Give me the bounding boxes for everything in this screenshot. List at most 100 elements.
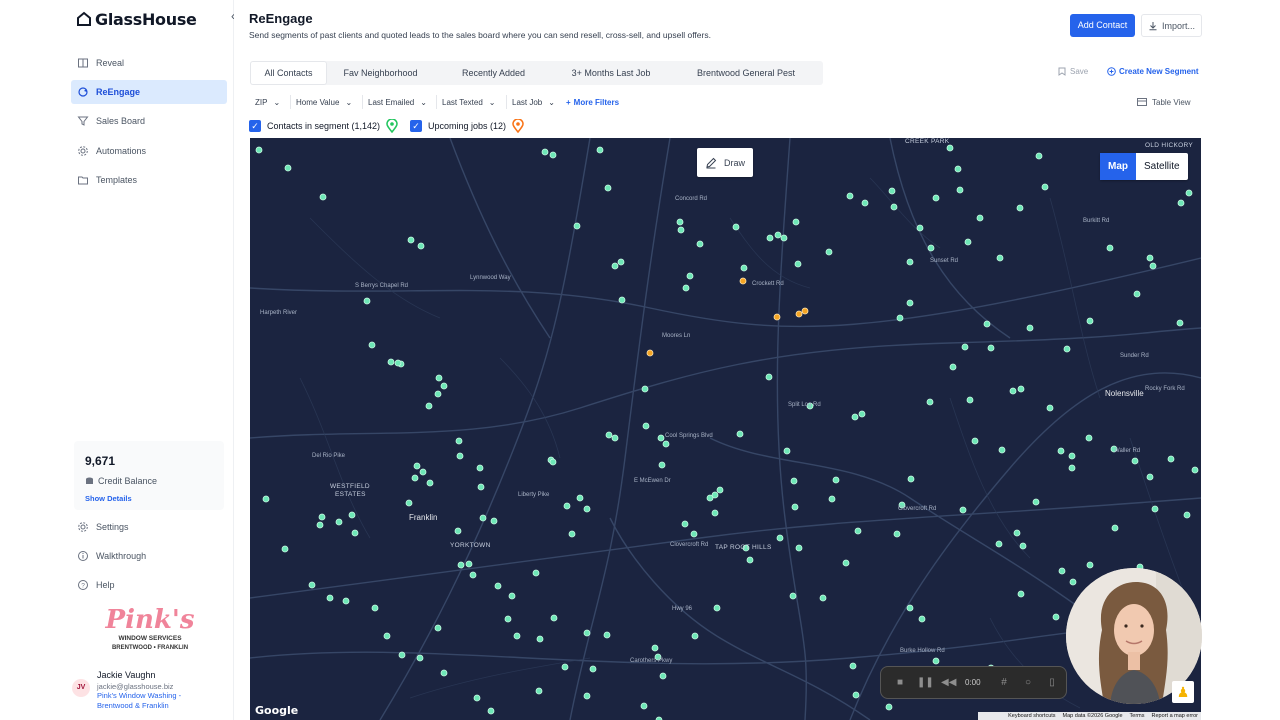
sidebar-item-sales-board[interactable]: Sales Board <box>71 109 227 133</box>
user-company[interactable]: Pink's Window Washing - Brentwood & Fran… <box>97 691 197 711</box>
jobs-checkbox[interactable]: ✓ <box>410 120 422 132</box>
report-error-link[interactable]: Report a map error <box>1152 713 1198 719</box>
chevron-down-icon: ⌄ <box>273 97 281 107</box>
orange-pin-icon <box>512 119 524 133</box>
filter-last-texted[interactable]: Last Texted ⌄ <box>436 95 500 109</box>
chevron-down-icon: ⌄ <box>345 97 353 107</box>
stop-icon[interactable]: ■ <box>893 676 907 690</box>
create-segment-label: Create New Segment <box>1119 67 1199 76</box>
sidebar-item-reengage[interactable]: ReEngage <box>71 80 227 104</box>
credit-balance-card: 9,671 Credit Balance Show Details <box>74 441 224 510</box>
map-canvas[interactable] <box>250 138 1201 720</box>
street-view-pegman-icon[interactable]: ♟ <box>1172 681 1194 703</box>
gear-icon <box>78 522 88 532</box>
user-profile[interactable]: JV Jackie Vaughn jackie@glasshouse.biz P… <box>71 667 231 717</box>
folder-icon <box>78 176 88 185</box>
import-button[interactable]: Import... <box>1141 14 1202 37</box>
svg-text:?: ? <box>81 582 85 589</box>
left-gutter <box>0 0 64 720</box>
sidebar-item-settings[interactable]: Settings <box>71 515 227 539</box>
filter-home-value[interactable]: Home Value ⌄ <box>290 95 357 109</box>
minor-roads <box>299 177 1191 709</box>
chevron-down-icon: ⌄ <box>548 97 555 107</box>
sidebar-item-walkthrough[interactable]: Walkthrough <box>71 544 227 568</box>
tab-recently-added[interactable]: Recently Added <box>434 61 553 85</box>
draw-label: Draw <box>723 157 745 168</box>
google-logo: Google <box>255 704 299 717</box>
house-icon <box>77 11 91 26</box>
tab-3-months-last-job[interactable]: 3+ Months Last Job <box>553 61 669 85</box>
jobs-toggle[interactable]: ✓ Upcoming jobs (12) <box>410 118 524 134</box>
pause-icon[interactable]: ❚❚ <box>917 676 934 690</box>
plus-circle-icon <box>1107 67 1116 76</box>
map-type-map[interactable]: Map <box>1100 153 1136 180</box>
sidebar-item-label: Sales Board <box>96 116 146 126</box>
filter-last-job[interactable]: Last Job ⌄ <box>506 95 560 109</box>
info-icon <box>78 551 88 561</box>
tab-all-contacts[interactable]: All Contacts <box>250 61 327 85</box>
sidebar-item-reveal[interactable]: Reveal <box>71 51 227 75</box>
chevron-down-icon: ⌄ <box>488 97 496 107</box>
brand-line2: BRENTWOOD • FRANKLIN <box>112 645 188 651</box>
table-icon <box>1137 98 1147 106</box>
map-type-satellite[interactable]: Satellite <box>1136 153 1188 180</box>
credit-balance-label: Credit Balance <box>85 476 157 486</box>
sidebar-item-label: Reveal <box>96 58 125 68</box>
sidebar-item-automations[interactable]: Automations <box>71 139 227 163</box>
map[interactable]: CREEK PARK OLD HICKORY Concord Rd Crocke… <box>250 138 1201 720</box>
rewind-icon[interactable]: ◀◀ <box>941 676 956 690</box>
map-type-control: Map Satellite <box>1100 153 1188 180</box>
keyboard-shortcuts-link[interactable]: Keyboard shortcuts <box>1008 713 1055 719</box>
credit-label-text: Credit Balance <box>98 476 158 486</box>
page-subtitle: Send segments of past clients and quoted… <box>249 30 711 40</box>
gear-icon <box>78 146 88 156</box>
book-icon <box>78 58 88 68</box>
tab-fav-neighborhood[interactable]: Fav Neighborhood <box>327 61 434 85</box>
help-icon: ? <box>78 580 88 590</box>
sidebar-item-label: Help <box>96 580 115 590</box>
show-details-link[interactable]: Show Details <box>85 494 132 503</box>
segment-tabs: All Contacts Fav Neighborhood Recently A… <box>250 61 823 85</box>
filter-icon <box>77 116 89 126</box>
app-logo[interactable]: GlassHouse <box>76 9 197 29</box>
plus-icon: + <box>566 97 571 107</box>
filter-last-emailed[interactable]: Last Emailed ⌄ <box>362 95 432 109</box>
more-filters-button[interactable]: + More Filters <box>566 95 619 109</box>
terms-link[interactable]: Terms <box>1130 713 1145 719</box>
tab-brentwood-general-pest[interactable]: Brentwood General Pest <box>669 61 823 85</box>
add-contact-button[interactable]: Add Contact <box>1070 14 1135 37</box>
sidebar-item-help[interactable]: ? Help <box>71 573 227 597</box>
sidebar-item-templates[interactable]: Templates <box>71 168 227 192</box>
pencil-icon <box>706 157 717 168</box>
green-pin-icon <box>386 119 398 133</box>
company-logo: Pink's WINDOW SERVICES BRENTWOOD • FRANK… <box>100 600 200 654</box>
avatar: JV <box>72 679 90 697</box>
job-markers <box>646 277 809 357</box>
recording-controls: ■ ❚❚ ◀◀ 0:00 # ○ ▯ <box>880 666 1067 699</box>
draw-button[interactable]: Draw <box>697 148 753 177</box>
filter-zip[interactable]: ZIP ⌄ <box>250 95 285 109</box>
save-segment-button[interactable]: Save <box>1058 67 1088 76</box>
filter-label: Last Emailed <box>368 97 415 107</box>
brand-name: Pink's <box>105 605 195 635</box>
database-icon <box>86 477 93 484</box>
table-view-toggle[interactable]: Table View <box>1137 95 1191 109</box>
table-view-label: Table View <box>1152 97 1191 107</box>
recording-time: 0:00 <box>965 678 981 687</box>
contacts-checkbox[interactable]: ✓ <box>249 120 261 132</box>
sync-icon <box>78 87 88 97</box>
filter-label: ZIP <box>255 97 268 107</box>
sidebar-item-label: Automations <box>96 146 147 156</box>
create-new-segment-button[interactable]: Create New Segment <box>1107 67 1199 76</box>
circle-icon[interactable]: ○ <box>1021 676 1035 690</box>
filter-label: Last Job <box>512 97 543 107</box>
jobs-toggle-label: Upcoming jobs (12) <box>428 121 507 131</box>
grid-icon[interactable]: # <box>997 676 1011 690</box>
map-data-text: Map data ©2026 Google <box>1062 713 1123 719</box>
trash-icon[interactable]: ▯ <box>1045 676 1059 690</box>
contacts-toggle[interactable]: ✓ Contacts in segment (1,142) <box>249 118 398 134</box>
bookmark-icon <box>1058 67 1066 76</box>
contacts-toggle-label: Contacts in segment (1,142) <box>267 121 381 131</box>
save-label: Save <box>1070 67 1089 76</box>
import-label: Import... <box>1161 20 1195 31</box>
